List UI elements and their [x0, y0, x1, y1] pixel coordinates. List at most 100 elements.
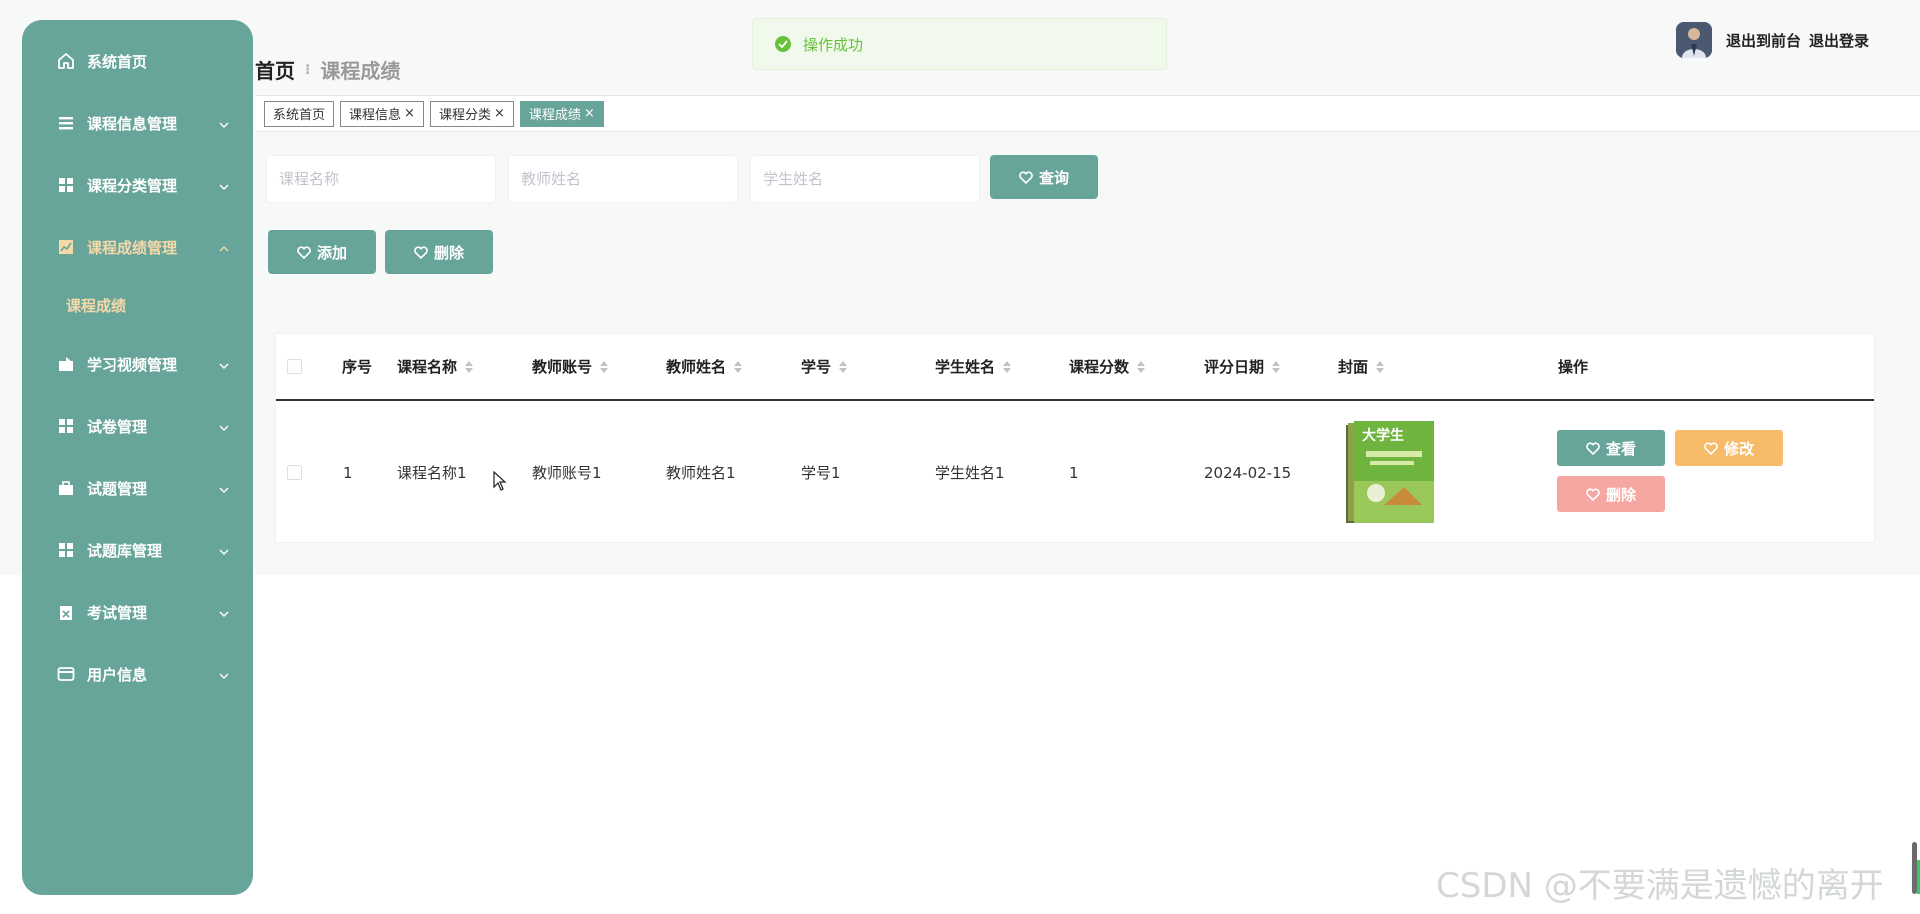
column-header-student-no[interactable]: 学号 [801, 334, 848, 399]
logout-link[interactable]: 退出登录 [1809, 30, 1869, 51]
course-name-input[interactable] [266, 155, 496, 203]
query-button[interactable]: 查询 [990, 155, 1098, 199]
briefcase-icon [57, 479, 75, 497]
card-icon [57, 665, 75, 683]
cover-image[interactable]: 大学生 [1344, 420, 1436, 525]
chevron-down-icon [219, 603, 229, 621]
tag-home[interactable]: 系统首页 [264, 100, 335, 127]
heart-icon [414, 245, 428, 259]
sidebar-subitem-course-score[interactable]: 课程成绩 [22, 278, 253, 333]
heart-icon [1019, 170, 1033, 184]
video-icon [57, 355, 75, 373]
sort-icon [734, 360, 743, 373]
heart-icon [297, 245, 311, 259]
tag-course-info[interactable]: 课程信息 × [340, 100, 424, 127]
sidebar-item-label: 课程分类管理 [87, 176, 178, 195]
toast-message: 操作成功 [803, 35, 864, 54]
chevron-down-icon [219, 176, 229, 194]
sidebar-item-label: 试题库管理 [87, 541, 163, 560]
row-delete-button[interactable]: 删除 [1557, 476, 1665, 512]
avatar[interactable] [1676, 22, 1712, 58]
view-button[interactable]: 查看 [1557, 430, 1665, 466]
tag-label: 系统首页 [273, 108, 326, 123]
tag-course-score[interactable]: 课程成绩 × [519, 100, 604, 127]
teacher-name-input[interactable] [508, 155, 738, 203]
grid-icon [57, 417, 75, 435]
check-circle-icon [775, 36, 791, 52]
query-button-label: 查询 [1038, 168, 1069, 187]
breadcrumb-current: 课程成绩 [320, 59, 401, 83]
sidebar-item-course-category[interactable]: 课程分类管理 [22, 154, 253, 216]
cell-student-name: 学生姓名1 [935, 464, 1005, 482]
sort-icon [839, 360, 848, 373]
delete-button[interactable]: 删除 [385, 230, 493, 274]
edit-button[interactable]: 修改 [1675, 430, 1783, 466]
chevron-up-icon [219, 238, 229, 256]
sidebar-item-question-bank[interactable]: 试题库管理 [22, 519, 253, 581]
column-header-teacher-name[interactable]: 教师姓名 [666, 334, 743, 399]
breadcrumb-separator-icon: ⁝ [305, 61, 311, 78]
table-header: 序号 课程名称 教师账号 教师姓名 学号 学生姓名 课程分数 评分日期 封面 操… [276, 334, 1874, 401]
student-name-input[interactable] [750, 155, 980, 203]
sidebar-item-label: 学习视频管理 [87, 355, 178, 374]
chevron-down-icon [219, 665, 229, 683]
sidebar-item-home[interactable]: 系统首页 [22, 30, 253, 92]
mouse-cursor-icon [493, 470, 507, 495]
edit-button-label: 修改 [1723, 439, 1754, 458]
close-icon[interactable]: × [494, 106, 505, 121]
watermark: CSDN @不要满是遗憾的离开 [1436, 866, 1884, 906]
cell-course-name: 课程名称1 [397, 464, 467, 482]
add-button[interactable]: 添加 [268, 230, 376, 274]
breadcrumb: 首页 ⁝ 课程成绩 [255, 55, 400, 84]
sidebar-item-course-score[interactable]: 课程成绩管理 [22, 216, 253, 278]
sidebar-item-label: 课程成绩管理 [87, 238, 178, 257]
chevron-down-icon [219, 479, 229, 497]
chevron-down-icon [219, 355, 229, 373]
sidebar-item-label: 考试管理 [87, 603, 148, 622]
tag-label: 课程信息 [349, 108, 402, 123]
data-table: 序号 课程名称 教师账号 教师姓名 学号 学生姓名 课程分数 评分日期 封面 操… [275, 333, 1875, 543]
delete-button-label: 删除 [433, 243, 464, 262]
sort-icon [1137, 360, 1146, 373]
sidebar-item-label: 课程信息管理 [87, 114, 178, 133]
chart-icon [57, 238, 75, 256]
sort-icon [1003, 360, 1012, 373]
column-header-date[interactable]: 评分日期 [1204, 334, 1281, 399]
success-toast: 操作成功 [752, 18, 1167, 70]
column-header-cover[interactable]: 封面 [1338, 334, 1385, 399]
grid-icon [57, 176, 75, 194]
sidebar-item-user[interactable]: 用户信息 [22, 643, 253, 705]
column-header-course-name[interactable]: 课程名称 [397, 334, 474, 399]
row-checkbox[interactable] [287, 401, 302, 544]
sort-icon [600, 360, 609, 373]
sidebar-item-course-info[interactable]: 课程信息管理 [22, 92, 253, 154]
cell-date: 2024-02-15 [1204, 463, 1292, 482]
chevron-down-icon [219, 417, 229, 435]
logout-front-link[interactable]: 退出到前台 [1726, 30, 1801, 51]
cell-student-no: 学号1 [801, 464, 841, 482]
sidebar-item-question[interactable]: 试题管理 [22, 457, 253, 519]
sort-icon [465, 360, 474, 373]
tag-course-category[interactable]: 课程分类 × [429, 100, 514, 127]
home-icon [57, 52, 75, 70]
breadcrumb-home[interactable]: 首页 [255, 55, 295, 84]
clipboard-icon [57, 603, 75, 621]
select-all-checkbox[interactable] [287, 334, 302, 399]
heart-icon [1586, 487, 1600, 501]
close-icon[interactable]: × [404, 106, 415, 121]
tags-bar: 系统首页 课程信息 × 课程分类 × 课程成绩 × [255, 95, 1920, 132]
close-icon[interactable]: × [584, 106, 595, 121]
column-header-teacher-account[interactable]: 教师账号 [532, 334, 609, 399]
sidebar-item-paper[interactable]: 试卷管理 [22, 395, 253, 457]
column-header-score[interactable]: 课程分数 [1069, 334, 1146, 399]
column-header-actions: 操作 [1558, 358, 1589, 376]
sort-icon [1376, 360, 1385, 373]
sort-icon [1272, 360, 1281, 373]
chevron-down-icon [219, 114, 229, 132]
column-header-index: 序号 [342, 358, 373, 376]
add-button-label: 添加 [316, 243, 347, 262]
sidebar-item-label: 试卷管理 [87, 417, 148, 436]
column-header-student-name[interactable]: 学生姓名 [935, 334, 1012, 399]
sidebar-item-exam[interactable]: 考试管理 [22, 581, 253, 643]
sidebar-item-video[interactable]: 学习视频管理 [22, 333, 253, 395]
